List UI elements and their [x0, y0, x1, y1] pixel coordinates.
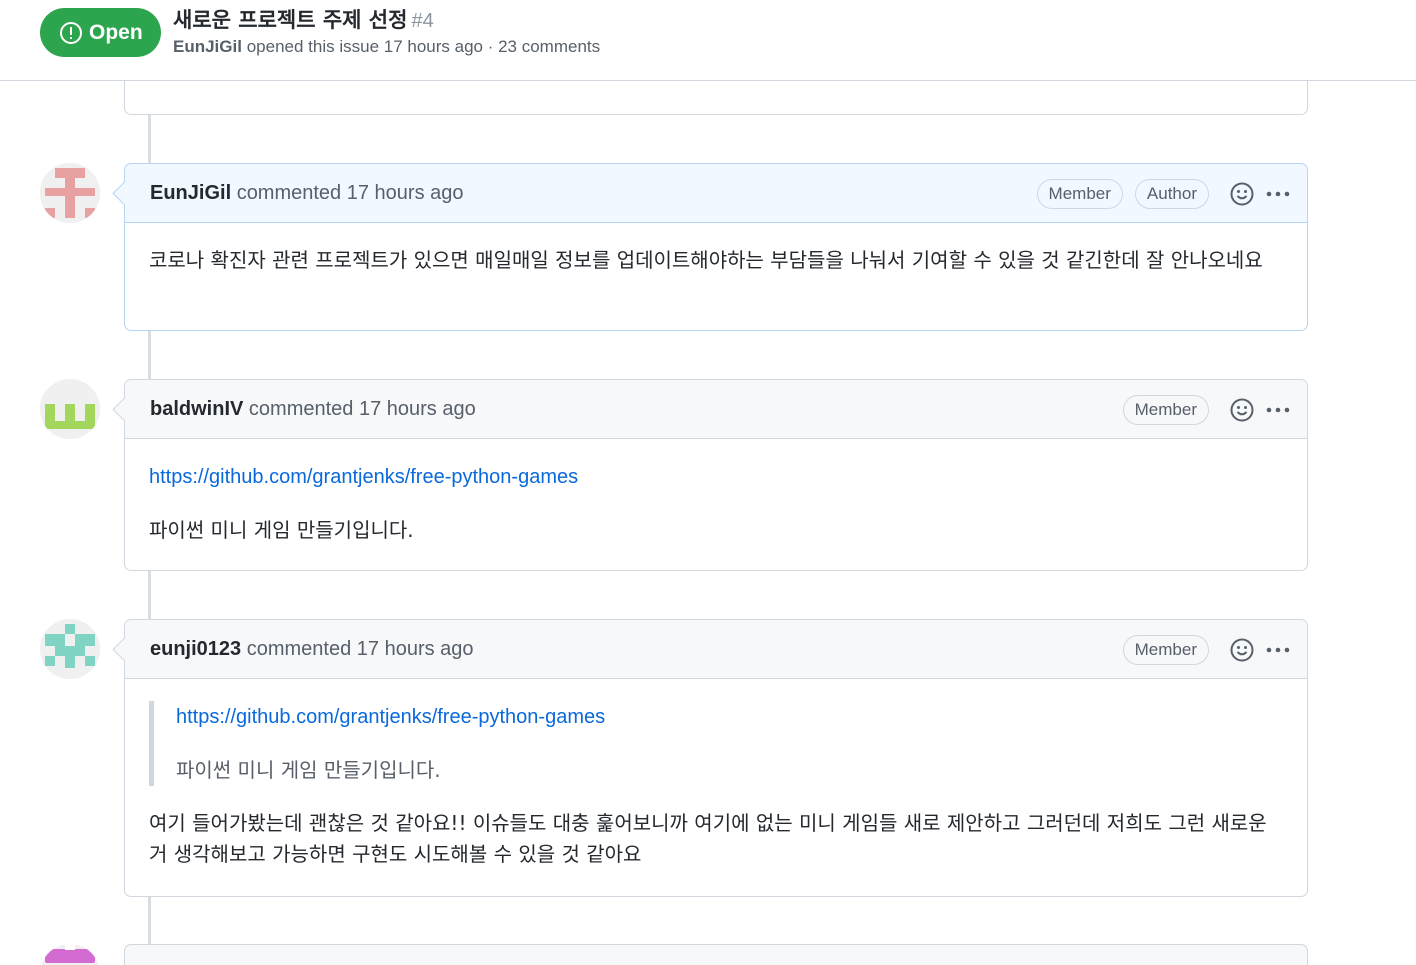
- more-options-button[interactable]: [1263, 635, 1293, 665]
- comment-header: EunJiGil commented 17 hours ago Member A…: [125, 164, 1307, 223]
- quote-block: https://github.com/grantjenks/free-pytho…: [149, 701, 1282, 786]
- member-badge: Member: [1122, 634, 1209, 665]
- smiley-icon: [1230, 398, 1254, 421]
- comment-link[interactable]: https://github.com/grantjenks/free-pytho…: [149, 466, 578, 488]
- member-badge: Member: [1122, 394, 1209, 425]
- comment-body: 코로나 확진자 관련 프로젝트가 있으면 매일매일 정보를 업데이트해야하는 부…: [125, 223, 1307, 298]
- comment-timestamp[interactable]: commented 17 hours ago: [237, 182, 464, 204]
- issue-state-badge: Open: [40, 8, 161, 57]
- comment-text: 여기 들어가봤는데 괜찮은 것 같아요!! 이슈들도 대충 훑어보니까 여기에 …: [149, 811, 1267, 866]
- kebab-horizontal-icon: [1266, 647, 1290, 652]
- issue-meta-text: opened this issue 17 hours ago · 23 comm…: [246, 37, 601, 56]
- timeline-comment: eunji0123 commented 17 hours ago Member: [124, 619, 1308, 897]
- comment-timestamp[interactable]: commented 17 hours ago: [247, 638, 474, 660]
- reaction-button[interactable]: [1227, 395, 1257, 425]
- comment-actions: Member: [1122, 380, 1293, 439]
- issue-meta: EunJiGil opened this issue 17 hours ago …: [173, 37, 600, 57]
- issue-sticky-header: Open 새로운 프로젝트 주제 선정 #4 EunJiGil opened th…: [0, 0, 1416, 81]
- more-options-button[interactable]: [1263, 395, 1293, 425]
- comment-header: baldwinIV commented 17 hours ago Member: [125, 380, 1307, 439]
- comment-author-link[interactable]: baldwinIV: [150, 398, 243, 420]
- quoted-text: 파이썬 미니 게임 만들기입니다.: [176, 758, 441, 782]
- issue-number: #4: [411, 10, 434, 32]
- comment-text: 코로나 확진자 관련 프로젝트가 있으면 매일매일 정보를 업데이트해야하는 부…: [149, 248, 1263, 272]
- member-badge: Member: [1036, 178, 1123, 209]
- comment-author-link[interactable]: EunJiGil: [150, 182, 231, 204]
- identicon-avatar-icon: [40, 944, 100, 965]
- kebab-horizontal-icon: [1266, 191, 1290, 196]
- smiley-icon: [1230, 182, 1254, 205]
- identicon-avatar-icon: [40, 379, 100, 439]
- identicon-avatar-icon: [40, 619, 100, 679]
- comment-header: eunji0123 commented 17 hours ago Member: [125, 620, 1307, 679]
- comment-actions: Member Author: [1036, 164, 1293, 223]
- reaction-button[interactable]: [1227, 635, 1257, 665]
- timeline-comment: baldwinIV commented 17 hours ago Member: [124, 379, 1308, 571]
- comment-actions: Member: [1122, 620, 1293, 679]
- comment-text: 파이썬 미니 게임 만들기입니다.: [149, 518, 414, 542]
- comment-timestamp[interactable]: commented 17 hours ago: [249, 398, 476, 420]
- smiley-icon: [1230, 638, 1254, 661]
- more-options-button[interactable]: [1263, 179, 1293, 209]
- avatar[interactable]: [40, 163, 100, 223]
- author-badge: Author: [1134, 178, 1209, 209]
- issue-title: 새로운 프로젝트 주제 선정 #4: [173, 4, 434, 34]
- avatar[interactable]: [40, 379, 100, 439]
- issue-state-label: Open: [89, 20, 143, 44]
- reaction-button[interactable]: [1227, 179, 1257, 209]
- timeline-comment: EunJiGil commented 17 hours ago Member A…: [124, 163, 1308, 331]
- avatar[interactable]: [40, 619, 100, 679]
- comment-body: https://github.com/grantjenks/free-pytho…: [125, 679, 1307, 892]
- comment-meta: eunji0123 commented 17 hours ago: [150, 638, 474, 661]
- comment-author-link[interactable]: eunji0123: [150, 638, 241, 660]
- issue-author-link[interactable]: EunJiGil: [173, 37, 242, 56]
- quoted-link[interactable]: https://github.com/grantjenks/free-pytho…: [176, 706, 605, 728]
- timeline-comment-partial: [124, 944, 1308, 965]
- identicon-avatar-icon: [40, 163, 100, 223]
- issue-opened-icon: [60, 21, 82, 44]
- comment-meta: baldwinIV commented 17 hours ago: [150, 398, 476, 421]
- issue-title-text: 새로운 프로젝트 주제 선정: [173, 8, 408, 32]
- comment-meta: EunJiGil commented 17 hours ago: [150, 182, 464, 205]
- comment-body: https://github.com/grantjenks/free-pytho…: [125, 439, 1307, 568]
- avatar[interactable]: [40, 944, 100, 965]
- kebab-horizontal-icon: [1266, 407, 1290, 412]
